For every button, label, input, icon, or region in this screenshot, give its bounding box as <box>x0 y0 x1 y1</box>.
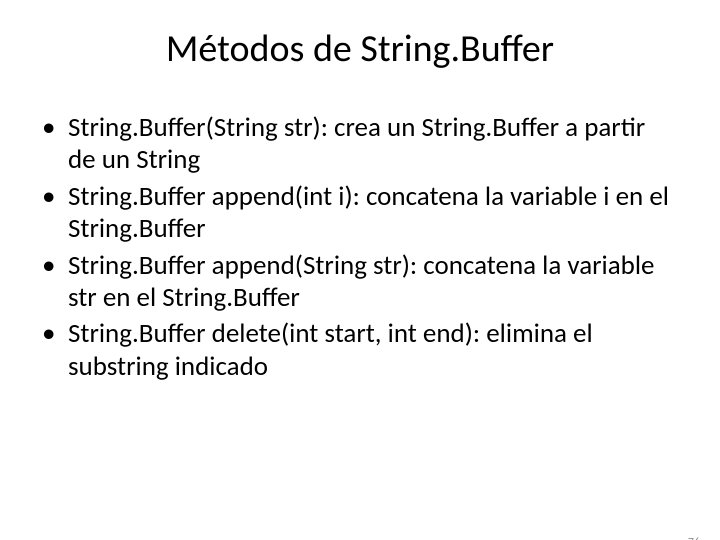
list-item: String.Buffer append(int i): concatena l… <box>40 181 676 246</box>
method-signature: String.Buffer append(int i): <box>68 180 360 213</box>
slide-body: String.Buffer(String str): crea un Strin… <box>0 112 720 383</box>
method-signature: String.Buffer append(String str): <box>68 249 417 282</box>
list-item: String.Buffer delete(int start, int end)… <box>40 318 676 383</box>
slide: Métodos de String.Buffer String.Buffer(S… <box>0 26 720 540</box>
list-item: String.Buffer append(String str): concat… <box>40 250 676 315</box>
bullet-list: String.Buffer(String str): crea un Strin… <box>40 112 676 383</box>
method-signature: String.Buffer(String str): <box>68 111 328 144</box>
slide-title: Métodos de String.Buffer <box>0 26 720 72</box>
page-number: 76 <box>688 536 700 540</box>
list-item: String.Buffer(String str): crea un Strin… <box>40 112 676 177</box>
method-signature: String.Buffer delete(int start, int end)… <box>68 317 480 350</box>
